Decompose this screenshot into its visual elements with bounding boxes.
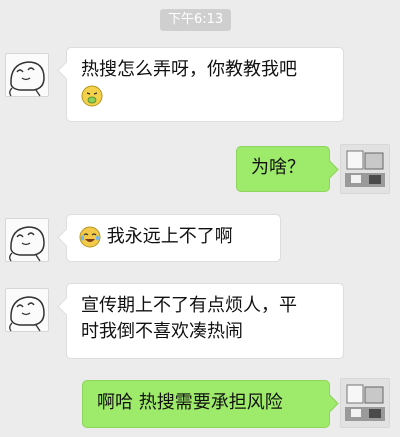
message-text: 我永远上不了啊 [106,226,233,247]
user-avatar[interactable] [340,144,390,194]
user-avatar[interactable] [340,378,390,428]
cartoon-face-icon [9,61,45,97]
contact-avatar[interactable] [5,53,49,97]
sick-face-emoji-icon [81,85,103,107]
cartoon-face-icon [9,296,45,332]
message-text: 热搜怎么弄呀，你教教我吧 [81,59,297,80]
cartoon-face-icon [9,226,45,262]
message-text: 啊哈 热搜需要承担风险 [97,392,283,413]
message-bubble-outgoing[interactable]: 为啥？ [236,146,330,192]
photo-avatar-icon [341,379,389,427]
message-text-line-2: 时我倒不喜欢凑热闹 [81,321,243,342]
message-bubble-incoming[interactable]: 我永远上不了啊 [66,214,281,262]
photo-avatar-icon [341,145,389,193]
chat-window: 下午6:13 热搜怎么弄呀，你教教我吧 为啥？ 我永远上不了啊 宣传期上不了有点… [0,0,400,437]
message-bubble-incoming[interactable]: 宣传期上不了有点烦人，平 时我倒不喜欢凑热闹 [66,283,344,359]
message-text: 为啥？ [251,157,305,178]
message-text-line-1: 宣传期上不了有点烦人，平 [81,295,297,316]
contact-avatar[interactable] [5,288,49,332]
crying-laughing-emoji-icon [79,226,101,248]
contact-avatar[interactable] [5,218,49,262]
timestamp: 下午6:13 [160,9,232,31]
message-bubble-incoming[interactable]: 热搜怎么弄呀，你教教我吧 [66,47,344,122]
message-bubble-outgoing[interactable]: 啊哈 热搜需要承担风险 [82,380,330,428]
